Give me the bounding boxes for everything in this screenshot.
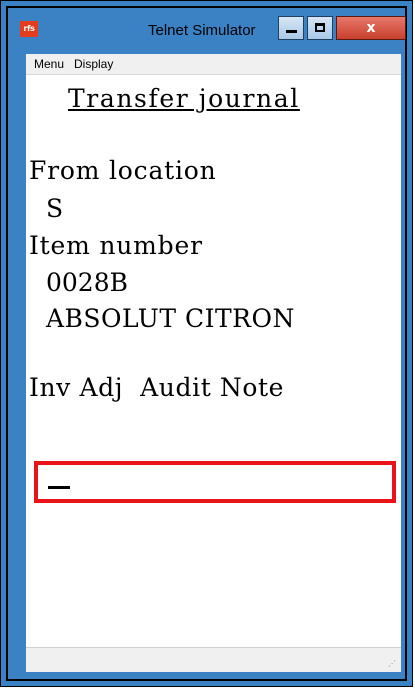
client-area: Menu Display Transfer journal From locat… bbox=[26, 54, 401, 672]
from-location-label: From location bbox=[29, 156, 217, 185]
text-cursor bbox=[48, 486, 70, 489]
terminal-screen[interactable]: Transfer journal From location S Item nu… bbox=[26, 74, 401, 674]
close-button[interactable]: x bbox=[336, 16, 406, 40]
status-bar: ⋰ bbox=[26, 647, 401, 672]
command-input[interactable] bbox=[34, 461, 396, 503]
screen-title: Transfer journal bbox=[68, 84, 300, 113]
menu-bar: Menu Display bbox=[26, 54, 401, 75]
item-number-label: Item number bbox=[29, 231, 203, 260]
item-number-value: 0028B bbox=[46, 268, 128, 297]
menu-item-display[interactable]: Display bbox=[74, 57, 113, 71]
maximize-button[interactable] bbox=[307, 16, 333, 40]
maximize-icon bbox=[315, 23, 325, 32]
item-description: ABSOLUT CITRON bbox=[46, 304, 295, 333]
telnet-simulator-window: rfs Telnet Simulator x Menu Display Tran… bbox=[0, 0, 413, 687]
rfs-app-icon[interactable]: rfs bbox=[20, 21, 38, 37]
close-icon: x bbox=[366, 20, 376, 36]
resize-grip-icon[interactable]: ⋰ bbox=[388, 659, 398, 669]
menu-item-menu[interactable]: Menu bbox=[34, 57, 64, 71]
window-title: Telnet Simulator bbox=[148, 22, 256, 39]
title-bar[interactable]: rfs Telnet Simulator x bbox=[8, 8, 406, 52]
window-frame: rfs Telnet Simulator x Menu Display Tran… bbox=[6, 6, 407, 681]
options-line: Inv Adj Audit Note bbox=[29, 373, 285, 402]
from-location-value: S bbox=[46, 194, 64, 223]
minimize-button[interactable] bbox=[278, 16, 304, 40]
minimize-icon bbox=[286, 30, 297, 33]
